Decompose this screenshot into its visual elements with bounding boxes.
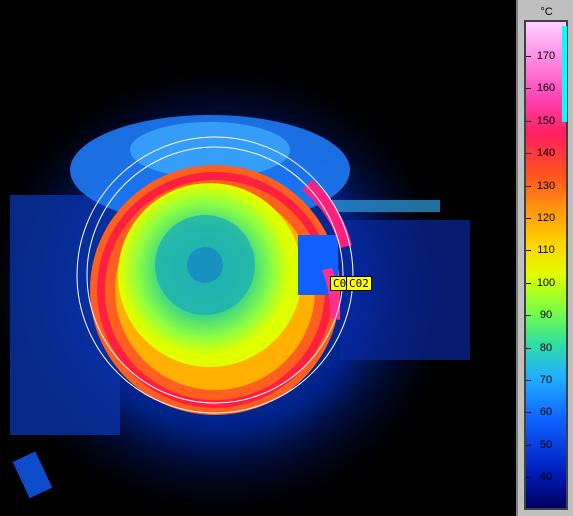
bottom-left-spot — [12, 451, 53, 499]
scale-tick-mark — [526, 315, 531, 317]
scale-tick-mark — [526, 153, 531, 155]
color-scale-bar[interactable]: 170 160 150 140 130 120 110 100 90 80 70 60 50 40 — [524, 20, 568, 510]
scale-tick-label: 100 — [536, 276, 556, 289]
scale-tick-mark — [526, 88, 531, 90]
thermal-image — [0, 60, 470, 516]
scale-tick-mark — [526, 250, 531, 252]
scale-range-indicator[interactable] — [562, 26, 567, 122]
scale-tick-mark — [526, 444, 531, 446]
scale-tick-label: 160 — [536, 82, 556, 95]
scale-tick-label: 80 — [539, 341, 553, 354]
scale-tick-label: 120 — [536, 212, 556, 224]
scale-tick-label: 150 — [536, 114, 556, 127]
scale-tick-label: 170 — [536, 50, 556, 62]
scale-tick-label: 140 — [536, 147, 556, 160]
right-bar — [330, 200, 440, 212]
scale-tick-mark — [526, 120, 531, 122]
marker-label-c02[interactable]: C02 — [346, 276, 372, 291]
temperature-scale-panel: °C 170 160 150 140 130 120 110 100 90 80 70 60 50 40 — [516, 0, 573, 516]
scale-tick-mark — [526, 347, 531, 349]
scale-tick-label: 40 — [539, 471, 553, 484]
scale-tick-label: 70 — [539, 374, 553, 386]
scale-tick-label: 110 — [537, 244, 555, 257]
scale-tick-label: 50 — [539, 438, 553, 451]
hub — [187, 247, 223, 283]
scale-tick-mark — [526, 56, 531, 57]
unit-label: °C — [540, 6, 553, 18]
scale-tick-mark — [526, 412, 531, 414]
scale-tick-mark — [526, 380, 531, 381]
scale-tick-label: 60 — [539, 406, 553, 419]
scale-tick-label: 90 — [539, 309, 553, 322]
thermal-image-viewport[interactable]: C01 C02 — [0, 0, 516, 516]
scale-tick-mark — [526, 218, 531, 219]
scale-tick-mark — [526, 282, 531, 284]
scale-tick-label: 130 — [536, 179, 556, 192]
scale-tick-mark — [526, 185, 531, 187]
scale-tick-mark — [526, 477, 531, 479]
